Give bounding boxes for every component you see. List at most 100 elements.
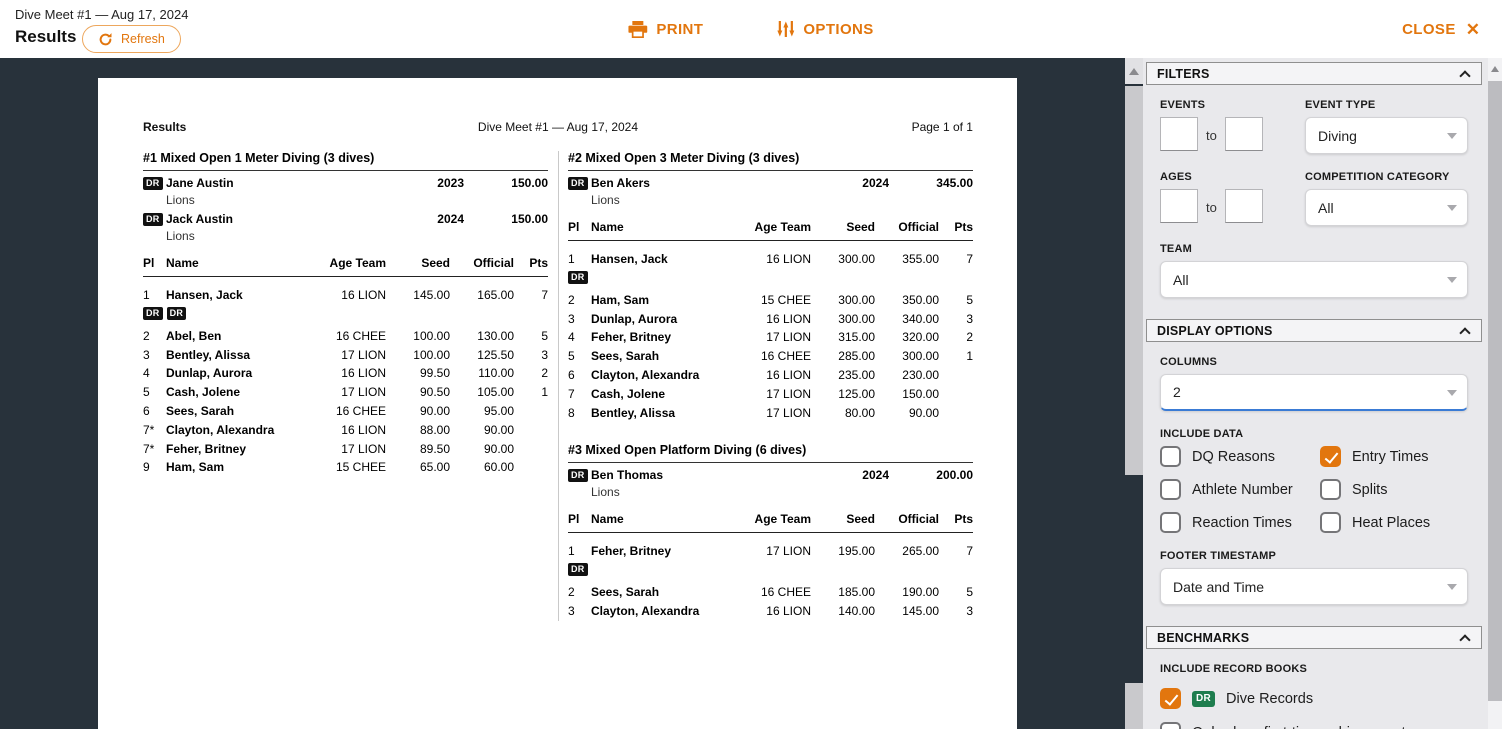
result-row: 1 Hansen, Jack 16 LION 145.00 165.00 7 [143,286,548,305]
result-row: 5 Cash, Jolene 17 LION 90.50 105.00 1 [143,383,548,402]
dive-record-badge: DR [568,177,588,190]
record-team: Lions [591,192,973,208]
filters-section-header[interactable]: FILTERS [1146,62,1482,85]
checkbox-dive-records[interactable]: DR Dive Records [1160,688,1468,709]
result-row: 1 Hansen, Jack 16 LION 300.00 355.00 7 [568,250,973,269]
dive-record-badge: DR [568,271,588,284]
report-page-number: Page 1 of 1 [699,120,973,134]
scroll-up-icon [1491,66,1499,72]
record-value: 200.00 [889,467,973,484]
team-value: All [1173,272,1189,288]
col-official: Official [450,256,514,270]
report-column-1: #1 Mixed Open 1 Meter Diving (3 dives) D… [143,151,548,621]
to-label: to [1206,200,1217,223]
checkbox-checked[interactable] [1320,446,1341,467]
include-record-books-label: INCLUDE RECORD BOOKS [1160,663,1468,675]
checkbox-first-time-achievements[interactable]: Only show first-time achievements [1160,722,1468,729]
meet-title: Dive Meet #1 — Aug 17, 2024 [15,7,188,22]
ages-to-input[interactable] [1225,189,1263,223]
viewer-area: Results Dive Meet #1 — Aug 17, 2024 Page… [0,58,1502,729]
row-record-badges: DR [568,563,973,576]
result-row: 4 Dunlap, Aurora 16 LION 99.50 110.00 2 [143,364,548,383]
chevron-down-icon [1447,584,1457,590]
event-records: DR Ben Thomas 2024 200.00 Lions [568,467,973,500]
ages-from-input[interactable] [1160,189,1198,223]
checkbox-entry-times[interactable]: Entry Times [1320,446,1468,467]
event-title: #1 Mixed Open 1 Meter Diving (3 dives) [143,151,548,171]
events-to-input[interactable] [1225,117,1263,151]
col-name: Name [166,256,308,270]
event-type-value: Diving [1318,128,1357,144]
team-label: TEAM [1160,243,1468,255]
scroll-up-button[interactable] [1488,58,1502,80]
page-title: Results [15,27,76,47]
report-meet-name: Dive Meet #1 — Aug 17, 2024 [417,120,699,134]
record-year: 2024 [833,467,889,484]
refresh-button[interactable]: Refresh [82,25,181,53]
competition-category-select[interactable]: All [1305,189,1468,226]
result-row: 2 Ham, Sam 15 CHEE 300.00 350.00 5 [568,291,973,310]
checkbox-unchecked[interactable] [1320,479,1341,500]
scrollbar-thumb[interactable] [1125,86,1143,475]
report-column-2: #2 Mixed Open 3 Meter Diving (3 dives) D… [568,151,973,621]
checkbox-dq-reasons[interactable]: DQ Reasons [1160,446,1320,467]
record-team: Lions [166,192,548,208]
col-pl: Pl [568,512,591,526]
print-button[interactable]: PRINT [628,21,703,38]
column-divider [558,151,559,621]
record-value: 150.00 [464,175,548,192]
benchmarks-section-body: INCLUDE RECORD BOOKS DR Dive Records Onl… [1143,649,1488,729]
record-value: 345.00 [889,175,973,192]
col-name: Name [591,512,733,526]
result-row: 2 Sees, Sarah 16 CHEE 185.00 190.00 5 [568,583,973,602]
team-select[interactable]: All [1160,261,1468,298]
result-row: 5 Sees, Sarah 16 CHEE 285.00 300.00 1 [568,347,973,366]
event-type-select[interactable]: Diving [1305,117,1468,154]
checkbox-reaction-times[interactable]: Reaction Times [1160,512,1320,533]
checkbox-unchecked[interactable] [1160,722,1181,729]
checkbox-unchecked[interactable] [1320,512,1341,533]
chevron-down-icon [1447,133,1457,139]
refresh-icon [98,32,113,47]
benchmarks-section-header[interactable]: BENCHMARKS [1146,626,1482,649]
checkbox-heat-places[interactable]: Heat Places [1320,512,1468,533]
columns-label: COLUMNS [1160,356,1468,368]
record-year: 2024 [408,211,464,228]
checkbox-unchecked[interactable] [1160,512,1181,533]
record-holder-name: Jack Austin [166,211,408,228]
chevron-down-icon [1447,277,1457,283]
events-from-input[interactable] [1160,117,1198,151]
results-table-header: Pl Name Age Team Seed Official Pts [568,512,973,533]
record-team: Lions [591,484,973,500]
chevron-up-icon [1459,327,1470,338]
close-icon: ✕ [1466,21,1480,38]
center-actions: PRINT OPTIONS [628,0,873,58]
scroll-up-button[interactable] [1125,58,1143,84]
scrollbar-thumb[interactable] [1488,81,1502,701]
scrollbar-track-bottom[interactable] [1125,683,1143,729]
checkbox-unchecked[interactable] [1160,446,1181,467]
scroll-up-icon [1129,68,1139,75]
record-value: 150.00 [464,211,548,228]
dive-record-badge: DR [143,177,163,190]
col-pl: Pl [568,220,591,234]
checkbox-athlete-number[interactable]: Athlete Number [1160,479,1320,500]
columns-select[interactable]: 2 [1160,374,1468,411]
footer-timestamp-label: FOOTER TIMESTAMP [1160,550,1468,562]
checkbox-splits[interactable]: Splits [1320,479,1468,500]
close-button[interactable]: CLOSE ✕ [1402,0,1480,58]
record-team: Lions [166,228,548,244]
dive-record-badge: DR [568,563,588,576]
result-row: 8 Bentley, Alissa 17 LION 80.00 90.00 [568,404,973,423]
checkbox-checked[interactable] [1160,688,1181,709]
record-row: DR Jane Austin 2023 150.00 [143,175,548,192]
options-button[interactable]: OPTIONS [777,20,873,38]
results-table-header: Pl Name Age Team Seed Official Pts [143,256,548,277]
record-row: DR Ben Akers 2024 345.00 [568,175,973,192]
display-options-section-header[interactable]: DISPLAY OPTIONS [1146,319,1482,342]
col-pl: Pl [143,256,166,270]
footer-timestamp-select[interactable]: Date and Time [1160,568,1468,605]
col-official: Official [875,220,939,234]
include-data-label: INCLUDE DATA [1160,428,1468,440]
checkbox-unchecked[interactable] [1160,479,1181,500]
